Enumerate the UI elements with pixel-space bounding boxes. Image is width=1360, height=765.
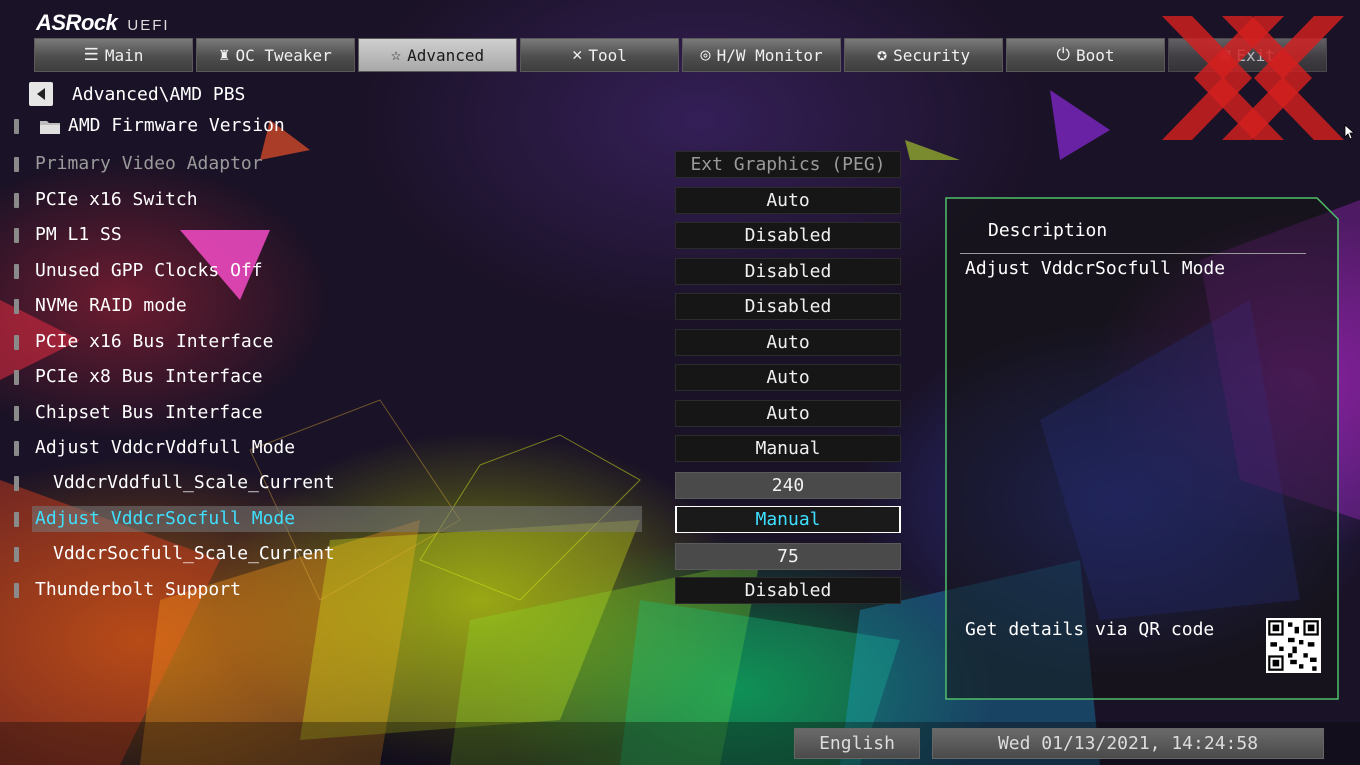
wrench-icon: ✕ [572,45,583,65]
setting-row-adjust-vddcrsocfull-mode[interactable]: Adjust VddcrSocfull Mode [0,505,660,535]
row-marker [14,370,19,385]
nvme-raid-mode-value[interactable]: Disabled [675,293,901,320]
qr-code-icon[interactable] [1266,618,1321,673]
tab-main[interactable]: ☰ Main [34,38,193,72]
setting-label: NVMe RAID mode [35,295,187,316]
uefi-label: UEFI [127,17,170,34]
setting-row-vddcrsocfull-scale-current[interactable]: VddcrSocfull_Scale_Current [0,540,660,570]
setting-row-nvme-raid-mode[interactable]: NVMe RAID mode [0,292,660,322]
breadcrumb: Advanced\AMD PBS [72,84,246,105]
setting-label: AMD Firmware Version [68,115,285,136]
row-marker [14,264,19,279]
setting-label: VddcrVddfull_Scale_Current [53,472,335,493]
folder-icon [40,121,60,134]
language-button[interactable]: English [794,728,920,759]
row-marker [14,476,19,491]
setting-label: Adjust VddcrVddfull Mode [35,437,296,458]
pcie-x16-switch-value[interactable]: Auto [675,187,901,214]
unused-gpp-clocks-off-value[interactable]: Disabled [675,258,901,285]
pm-l1-ss-value[interactable]: Disabled [675,222,901,249]
setting-row-primary-video-adaptor[interactable]: Primary Video Adaptor [0,150,660,180]
setting-label: Thunderbolt Support [35,579,241,600]
tab-advanced[interactable]: ☆ Advanced [358,38,517,72]
adjust-vddcrvddfull-mode-value[interactable]: Manual [675,435,901,462]
monitor-icon: ◎ [700,45,711,65]
tab-tool[interactable]: ✕ Tool [520,38,679,72]
asrock-uefi-logo: ASRock UEFI [36,10,170,36]
setting-label: Primary Video Adaptor [35,153,263,174]
row-marker [14,119,19,134]
brand-logo: ASRock [36,10,118,35]
setting-label: Adjust VddcrSocfull Mode [35,508,296,529]
thunderbolt-support-value[interactable]: Disabled [675,577,901,604]
setting-row-pm-l1-ss[interactable]: PM L1 SS [0,221,660,251]
tab-label: OC Tweaker [235,45,332,65]
vddcrvddfull-scale-current-input[interactable]: 240 [675,472,901,499]
row-marker [14,299,19,314]
tab-oc-tweaker[interactable]: ♜ OC Tweaker [196,38,355,72]
setting-label: PCIe x16 Bus Interface [35,331,274,352]
setting-row-pcie-x16-switch[interactable]: PCIe x16 Switch [0,186,660,216]
tab-label: Advanced [407,45,485,65]
setting-label: Unused GPP Clocks Off [35,260,263,281]
setting-row-adjust-vddcrvddfull-mode[interactable]: Adjust VddcrVddfull Mode [0,434,660,464]
setting-label: VddcrSocfull_Scale_Current [53,543,335,564]
tab-label: H/W Monitor [716,45,823,65]
description-title: Description [988,220,1108,241]
row-marker [14,406,19,421]
back-button[interactable] [29,82,53,106]
setting-row-chipset-bus-interface[interactable]: Chipset Bus Interface [0,399,660,429]
tab-label: Tool [588,45,627,65]
setting-label: Chipset Bus Interface [35,402,263,423]
xx-watermark-logo [1162,16,1344,140]
setting-row-pcie-x8-bus-interface[interactable]: PCIe x8 Bus Interface [0,363,660,393]
row-marker [14,583,19,598]
mouse-cursor-icon [1344,124,1354,140]
row-marker [14,441,19,456]
list-icon: ☰ [83,45,99,65]
pcie-x8-bus-interface-value[interactable]: Auto [675,364,901,391]
tab-boot[interactable]: ⏻ Boot [1006,38,1165,72]
rocket-icon: ♜ [219,45,230,65]
vddcrsocfull-scale-current-input[interactable]: 75 [675,543,901,570]
main-tab-bar: ☰ Main ♜ OC Tweaker ☆ Advanced ✕ Tool ◎ … [34,38,1330,72]
row-marker [14,512,19,527]
description-text: Adjust VddcrSocfull Mode [965,258,1226,279]
setting-row-unused-gpp-clocks-off[interactable]: Unused GPP Clocks Off [0,257,660,287]
row-marker [14,228,19,243]
setting-label: PM L1 SS [35,224,122,245]
tab-label: Security [893,45,971,65]
setting-label: PCIe x16 Switch [35,189,198,210]
setting-row-vddcrvddfull-scale-current[interactable]: VddcrVddfull_Scale_Current [0,469,660,499]
adjust-vddcrsocfull-mode-value[interactable]: Manual [675,506,901,533]
star-icon: ☆ [390,45,402,65]
description-divider [960,253,1306,254]
tab-label: Boot [1075,45,1115,65]
chipset-bus-interface-value[interactable]: Auto [675,400,901,427]
setting-row-pcie-x16-bus-interface[interactable]: PCIe x16 Bus Interface [0,328,660,358]
setting-row-thunderbolt-support[interactable]: Thunderbolt Support [0,576,660,606]
menu-item-amd-firmware-version[interactable]: AMD Firmware Version [0,112,660,142]
row-marker [14,157,19,172]
row-marker [14,335,19,350]
back-arrow-icon [37,88,45,100]
setting-label: PCIe x8 Bus Interface [35,366,263,387]
primary-video-adaptor-value: Ext Graphics (PEG) [675,151,901,178]
power-icon: ⏻ [1056,45,1070,65]
shield-icon: ✪ [876,45,888,65]
tab-label: Main [104,45,144,65]
row-marker [14,193,19,208]
row-marker [14,547,19,562]
tab-hw-monitor[interactable]: ◎ H/W Monitor [682,38,841,72]
pcie-x16-bus-interface-value[interactable]: Auto [675,329,901,356]
datetime-display: Wed 01/13/2021, 14:24:58 [932,728,1324,759]
tab-security[interactable]: ✪ Security [844,38,1003,72]
qr-hint-text: Get details via QR code [965,619,1215,640]
